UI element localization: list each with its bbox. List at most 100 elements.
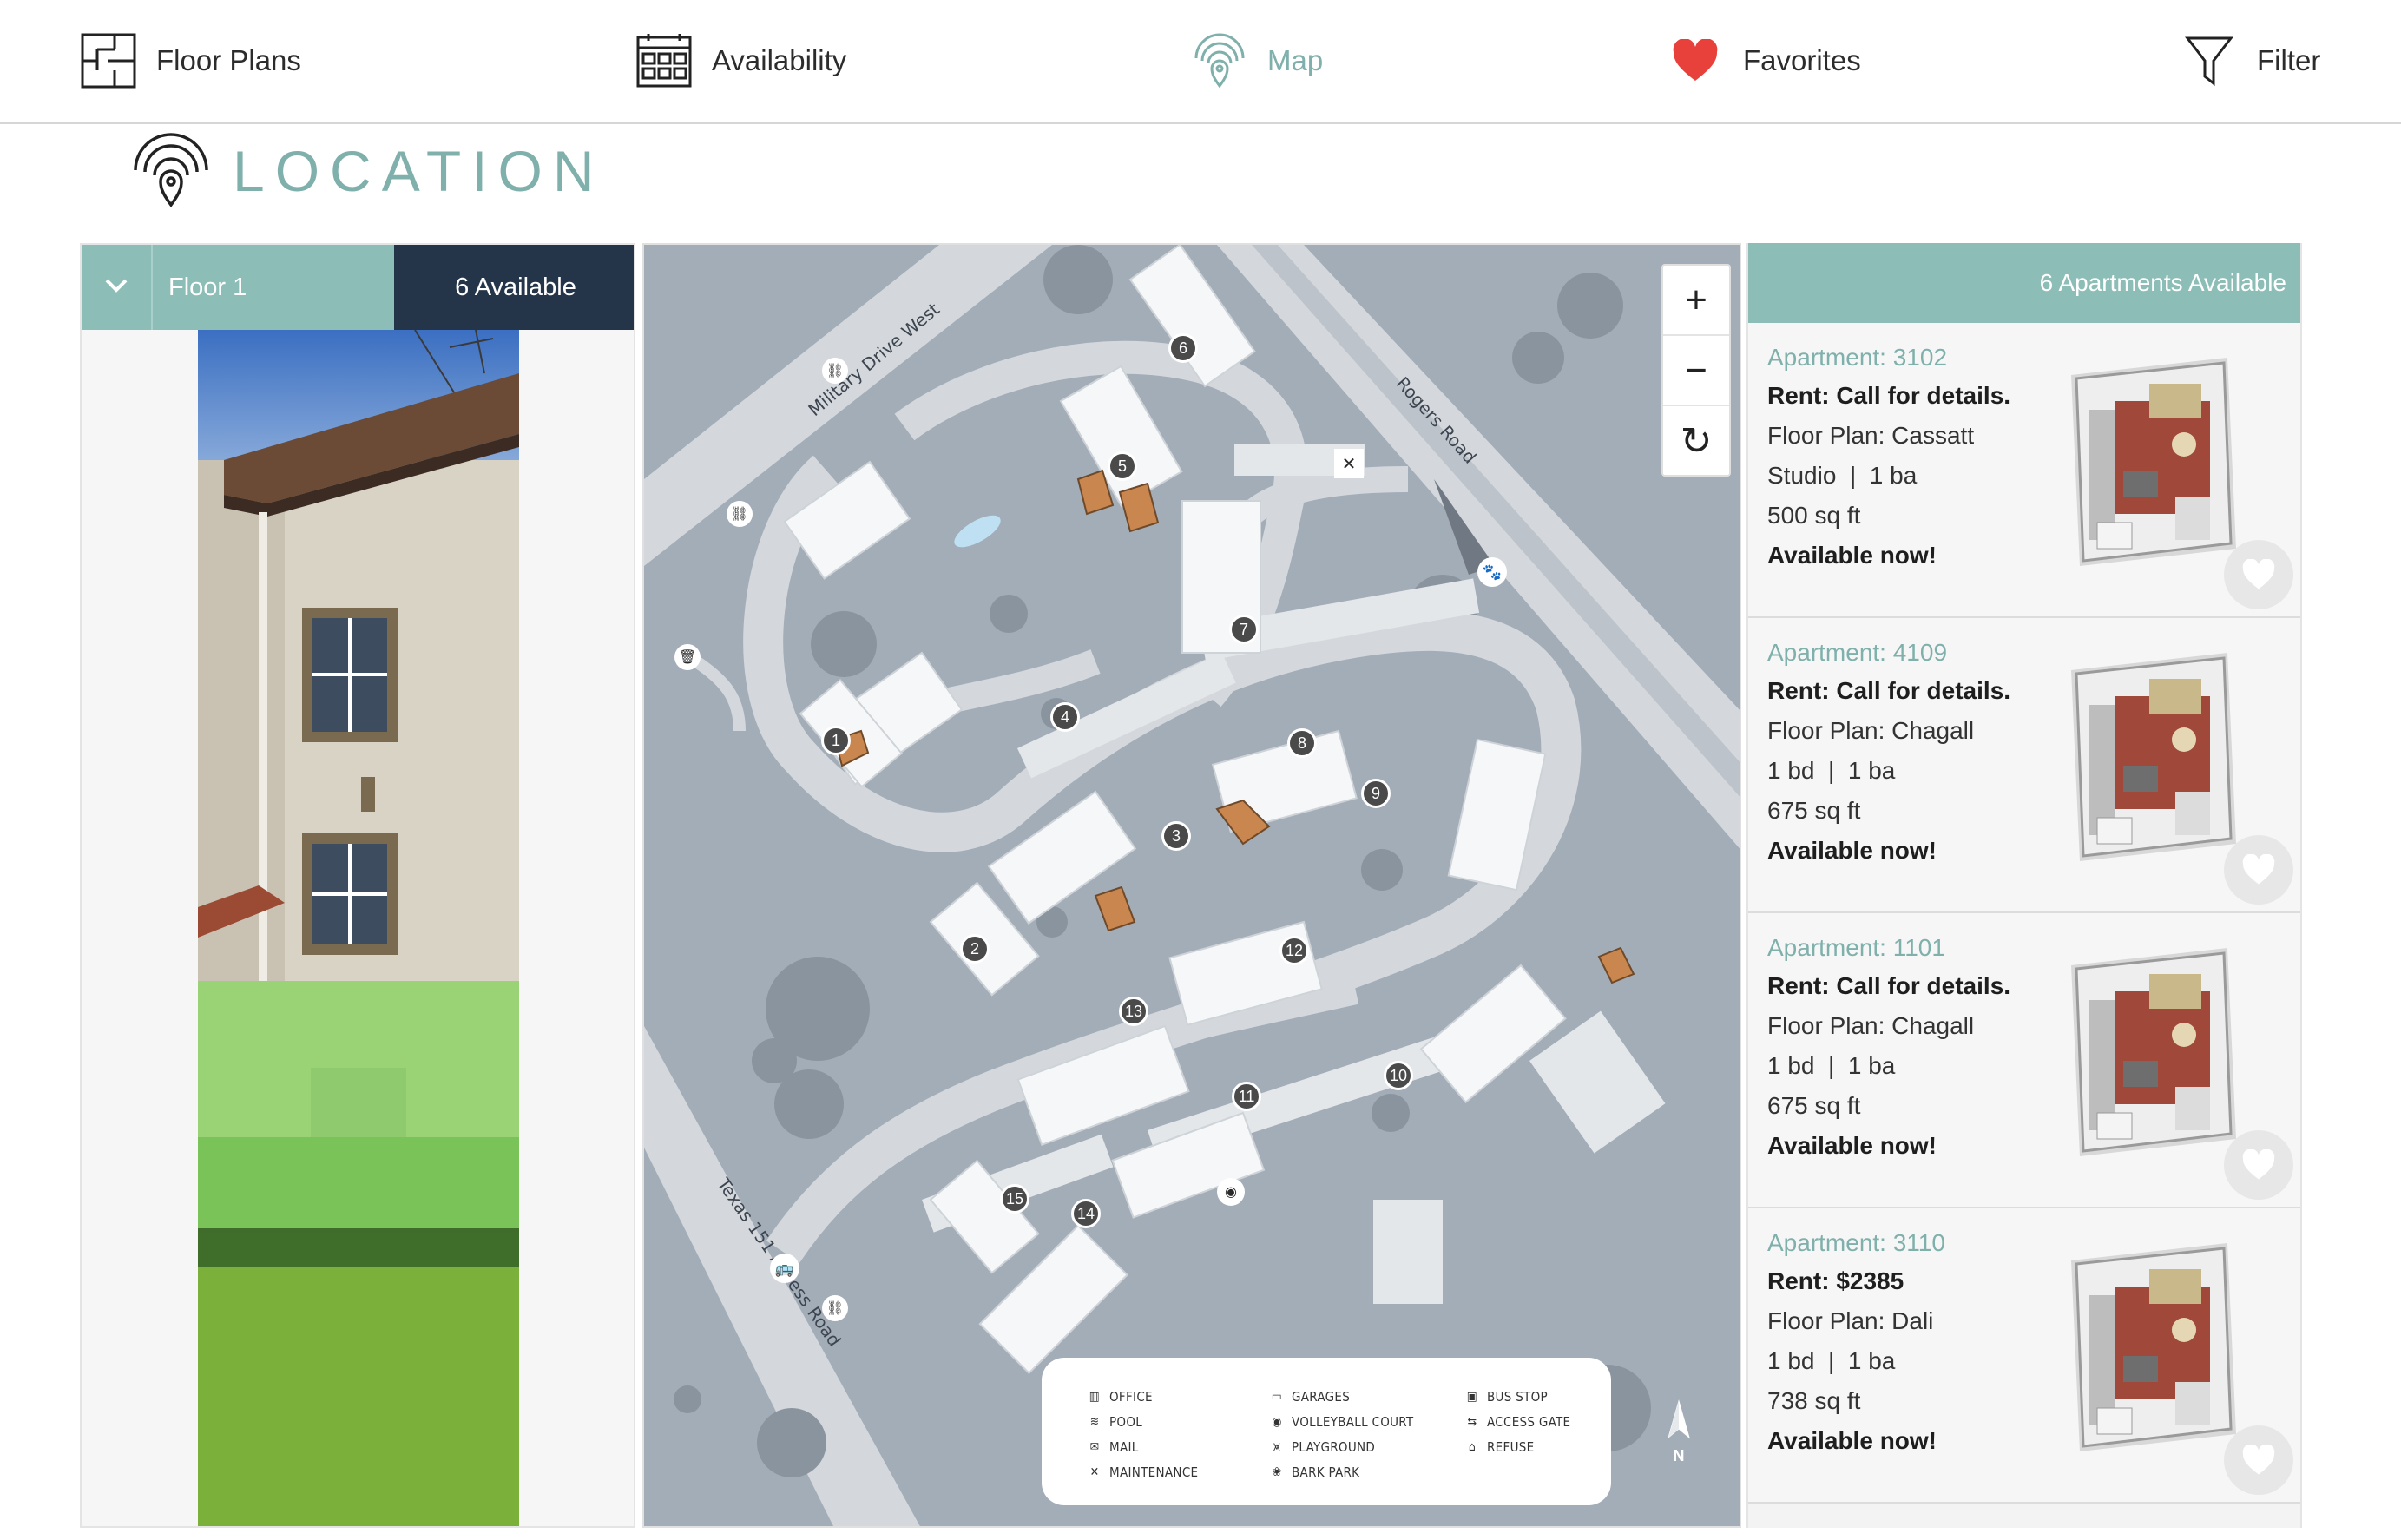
site-map-canvas	[644, 245, 1740, 1526]
nav-favorites[interactable]: Favorites	[1667, 26, 1861, 95]
building-marker-5[interactable]: 5	[1108, 451, 1137, 481]
building-photo	[198, 330, 519, 1526]
legend-item: ◉ VOLLEYBALL COURT	[1269, 1409, 1464, 1434]
trash-icon: ⌂	[1468, 1439, 1477, 1454]
nav-map[interactable]: Map	[1191, 26, 1323, 95]
building-marker-12[interactable]: 12	[1279, 936, 1309, 965]
building-marker-10[interactable]: 10	[1384, 1061, 1413, 1090]
favorite-button[interactable]	[2224, 1425, 2293, 1495]
floor-dropdown-toggle[interactable]	[82, 245, 153, 330]
floor-plan-icon	[80, 32, 137, 89]
apartment-card[interactable]: Apartment: 1101 Rent: Call for details. Fl…	[1748, 913, 2300, 1208]
heart-icon	[2242, 854, 2275, 885]
nav-floor-plans[interactable]: Floor Plans	[80, 26, 301, 95]
calendar-grid-icon	[635, 32, 693, 89]
heart-icon	[2242, 1149, 2275, 1180]
bus-icon[interactable]: 🚌	[770, 1254, 799, 1283]
page-heading: LOCATION	[130, 132, 604, 210]
legend-label: VOLLEYBALL COURT	[1292, 1413, 1414, 1430]
building-marker-8[interactable]: 8	[1287, 728, 1317, 758]
building-marker-3[interactable]: 3	[1161, 821, 1191, 851]
legend-item: ⩙ PLAYGROUND	[1269, 1434, 1464, 1459]
legend-label: MAINTENANCE	[1109, 1464, 1199, 1480]
legend-item: ❀ BARK PARK	[1269, 1459, 1464, 1484]
legend-label: PLAYGROUND	[1292, 1438, 1376, 1455]
apartments-available-header: 6 Apartments Available	[1748, 243, 2300, 323]
legend-label: BUS STOP	[1487, 1388, 1548, 1405]
compass-label: N	[1673, 1447, 1685, 1464]
floor-plan-thumbnail[interactable]	[2054, 644, 2245, 879]
site-map[interactable]: 1 2 3 4 5 6 7 8 9 10 11 12 13 14 15 Military Drive Wes…	[642, 243, 1741, 1528]
legend-label: GARAGES	[1292, 1388, 1351, 1405]
legend-label: REFUSE	[1487, 1438, 1535, 1455]
top-navigation: Floor Plans Availability Map Favorites F…	[0, 0, 2401, 124]
paw-icon: ❀	[1272, 1464, 1282, 1479]
volleyball-icon[interactable]: ◉	[1217, 1178, 1245, 1206]
maintenance-icon: ✕	[1089, 1464, 1100, 1479]
nav-availability[interactable]: Availability	[635, 26, 846, 95]
nav-filter[interactable]: Filter	[2181, 26, 2320, 95]
chevron-down-icon	[104, 278, 128, 298]
bus-icon: ▣	[1466, 1389, 1478, 1404]
floor-selector: Floor 1 6 Available	[82, 245, 634, 330]
paw-icon[interactable]: 🐾	[1477, 557, 1507, 587]
pool-icon: ≋	[1089, 1414, 1100, 1429]
heart-icon	[2242, 559, 2275, 589]
building-marker-7[interactable]: 7	[1229, 615, 1259, 644]
building-marker-9[interactable]: 9	[1361, 779, 1391, 808]
favorite-button[interactable]	[2224, 540, 2293, 609]
building-marker-15[interactable]: 15	[1000, 1184, 1029, 1214]
building-marker-11[interactable]: 11	[1232, 1082, 1261, 1111]
gate-icon[interactable]: ⛓	[727, 501, 753, 527]
floor-plan-thumbnail[interactable]	[2054, 349, 2245, 583]
compass: N	[1661, 1399, 1696, 1469]
building-marker-2[interactable]: 2	[960, 934, 990, 964]
floor-plan-thumbnail[interactable]	[2054, 939, 2245, 1174]
north-arrow-icon	[1668, 1399, 1690, 1439]
heart-icon	[2242, 1445, 2275, 1475]
trash-icon[interactable]: 🗑	[674, 644, 701, 670]
map-legend: ▥ OFFICE ▭ GARAGES ▣ BUS STOP ≋ POOL ◉ VOLLEYBALL…	[1042, 1358, 1611, 1505]
reset-view-button[interactable]: ↻	[1663, 406, 1729, 477]
legend-item: ⌂ REFUSE	[1464, 1434, 1638, 1459]
building-marker-1[interactable]: 1	[821, 726, 851, 755]
nav-label: Floor Plans	[156, 44, 301, 76]
zoom-in-button[interactable]: +	[1663, 266, 1729, 336]
zoom-out-button[interactable]: −	[1663, 336, 1729, 406]
nav-label: Favorites	[1743, 44, 1861, 76]
floor-plan-thumbnail[interactable]	[2054, 1234, 2245, 1469]
legend-item: ▥ OFFICE	[1087, 1384, 1269, 1409]
maintenance-icon[interactable]: ✕	[1334, 449, 1364, 478]
gate-icon[interactable]: ⛓	[822, 358, 848, 384]
location-pin-icon	[130, 132, 212, 211]
nav-label: Map	[1267, 44, 1324, 76]
nav-label: Availability	[712, 44, 847, 76]
legend-item: ⇆ ACCESS GATE	[1464, 1409, 1638, 1434]
gate-icon: ⇆	[1467, 1414, 1477, 1429]
legend-item: ≋ POOL	[1087, 1409, 1269, 1434]
legend-item: ▭ GARAGES	[1269, 1384, 1464, 1409]
legend-label: OFFICE	[1109, 1388, 1153, 1405]
nav-label: Filter	[2257, 44, 2321, 76]
building-marker-4[interactable]: 4	[1050, 702, 1080, 732]
legend-item: ▣ BUS STOP	[1464, 1384, 1638, 1409]
apartment-card[interactable]: Apartment: 3102 Rent: Call for details. Fl…	[1748, 323, 2300, 618]
apartment-card[interactable]: Apartment: 4109 Rent: Call for details. Fl…	[1748, 618, 2300, 913]
favorite-button[interactable]	[2224, 1130, 2293, 1200]
favorite-button[interactable]	[2224, 835, 2293, 905]
floor-name[interactable]: Floor 1	[153, 245, 394, 330]
building-marker-6[interactable]: 6	[1168, 333, 1198, 363]
location-pin-icon	[1191, 32, 1248, 89]
volleyball-icon: ◉	[1272, 1414, 1282, 1429]
office-icon: ▥	[1089, 1389, 1101, 1404]
building-marker-13[interactable]: 13	[1119, 997, 1148, 1026]
gate-icon[interactable]: ⛓	[822, 1295, 848, 1321]
playground-icon: ⩙	[1273, 1439, 1281, 1454]
apartment-card[interactable]: Apartment: 3110 Rent: $2385 Floor Plan: Da…	[1748, 1208, 2300, 1504]
building-marker-14[interactable]: 14	[1071, 1199, 1101, 1228]
legend-label: BARK PARK	[1292, 1464, 1360, 1480]
page-title: LOCATION	[233, 139, 605, 203]
apartment-list: 6 Apartments Available Apartment: 3102 Re…	[1746, 243, 2302, 1528]
legend-label: POOL	[1109, 1413, 1143, 1430]
floor-available-count: 6 Available	[394, 245, 634, 330]
